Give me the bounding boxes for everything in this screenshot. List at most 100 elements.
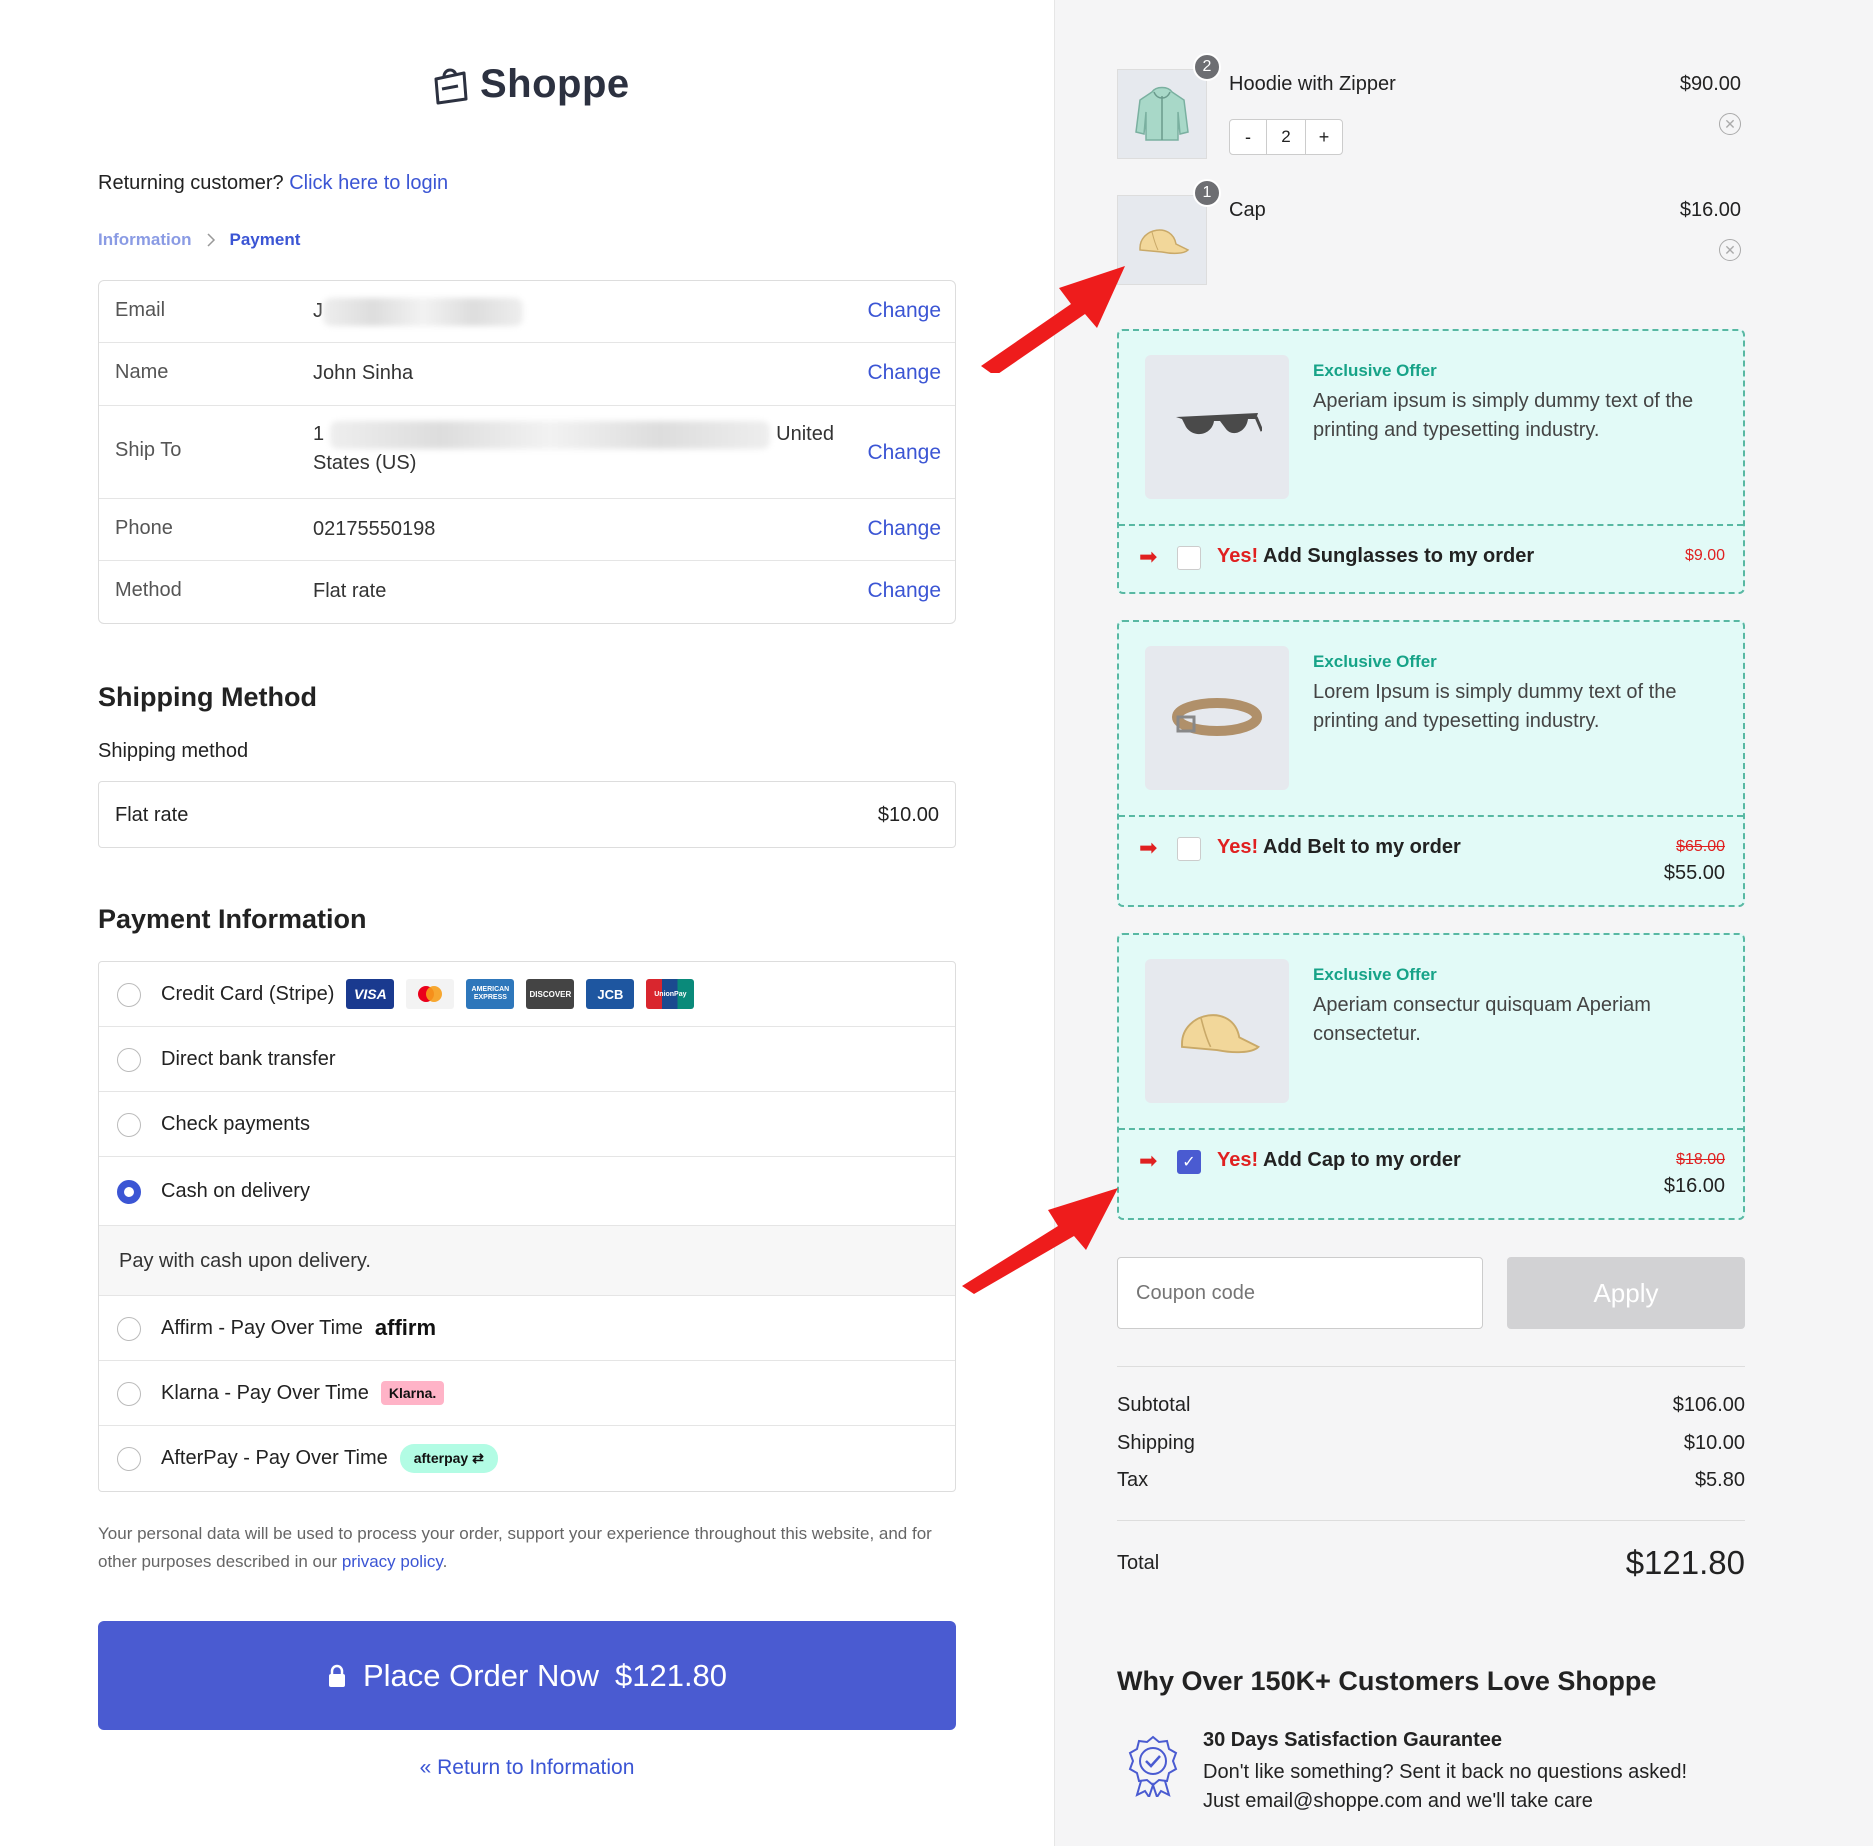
payment-option-credit-card[interactable]: Credit Card (Stripe) VISA AMERICAN EXPRE…: [99, 962, 955, 1027]
cod-description: Pay with cash upon delivery.: [99, 1226, 955, 1296]
payment-heading: Payment Information: [98, 904, 367, 934]
change-name-link[interactable]: Change: [867, 361, 941, 385]
name-value: John Sinha: [313, 362, 414, 384]
breadcrumb: Information Payment: [98, 230, 300, 250]
payment-option-label: Credit Card (Stripe): [161, 982, 335, 1005]
change-method-link[interactable]: Change: [867, 579, 941, 603]
redacted-blur: [323, 297, 523, 326]
lock-icon: [328, 1664, 345, 1687]
increment-button[interactable]: +: [1306, 120, 1342, 154]
belt-icon: [1172, 698, 1262, 736]
arrow-right-icon: ➡: [1139, 835, 1158, 860]
breadcrumb-information[interactable]: Information: [98, 230, 192, 250]
order-info-summary: Email J Change Name John Sinha Change Sh…: [98, 280, 956, 624]
offer-action-label: Yes! Add Sunglasses to my order: [1217, 545, 1535, 567]
jcb-logo-icon: JCB: [586, 979, 635, 1009]
change-address-link[interactable]: Change: [867, 441, 941, 465]
mastercard-logo-icon: [406, 979, 455, 1009]
discover-logo-icon: DISCOVER: [526, 979, 575, 1009]
payment-option-klarna[interactable]: Klarna - Pay Over Time Klarna.: [99, 1361, 955, 1426]
upsell-offer-sunglasses: Exclusive Offer Aperiam ipsum is simply …: [1117, 329, 1745, 594]
info-label: Phone: [115, 517, 173, 539]
upsell-offer-cap: Exclusive Offer Aperiam consectur quisqu…: [1117, 933, 1745, 1220]
offer-action-row[interactable]: ➡ Yes! Add Sunglasses to my order $9.00: [1119, 524, 1743, 592]
login-link[interactable]: Click here to login: [289, 172, 448, 194]
remove-item-icon[interactable]: ✕: [1719, 113, 1741, 135]
return-to-information-link[interactable]: « Return to Information: [0, 1756, 1054, 1780]
remove-item-icon[interactable]: ✕: [1719, 239, 1741, 261]
radio-button[interactable]: [117, 983, 141, 1007]
method-value: Flat rate: [313, 580, 387, 602]
cap-icon: [1139, 229, 1190, 255]
total-label: Total: [1117, 1552, 1160, 1574]
info-row-phone: Phone 02175550198 Change: [99, 499, 955, 561]
offer-action-row[interactable]: ➡ Yes! Add Belt to my order $65.00 $55.0…: [1119, 815, 1743, 905]
checkout-form-panel: Shoppe Returning customer? Click here to…: [0, 0, 1054, 1846]
offer-tag: Exclusive Offer: [1313, 361, 1437, 380]
award-badge-icon: [1128, 1735, 1178, 1797]
offer-tag: Exclusive Offer: [1313, 965, 1437, 984]
brand-name: Shoppe: [480, 62, 630, 106]
payment-option-bank-transfer[interactable]: Direct bank transfer: [99, 1027, 955, 1092]
amex-logo-icon: AMERICAN EXPRESS: [466, 979, 515, 1009]
email-value: J: [313, 297, 523, 326]
sunglasses-icon: [1176, 413, 1262, 435]
radio-button[interactable]: [117, 1447, 141, 1471]
phone-value: 02175550198: [313, 518, 436, 540]
redacted-blur: [330, 420, 771, 449]
place-order-label: Place Order Now: [362, 1657, 599, 1693]
offer-original-price: $18.00: [1676, 1151, 1725, 1168]
breadcrumb-payment: Payment: [229, 230, 301, 249]
why-heading: Why Over 150K+ Customers Love Shoppe: [1117, 1666, 1657, 1696]
offer-action-row[interactable]: ➡ ✓ Yes! Add Cap to my order $18.00 $16.…: [1119, 1128, 1743, 1218]
radio-button-selected[interactable]: [117, 1180, 141, 1204]
sunglasses-image: [1145, 355, 1289, 499]
total-value: $121.80: [1625, 1544, 1745, 1581]
decrement-button[interactable]: -: [1230, 120, 1266, 154]
ship-to-value: 1 United States (US): [313, 420, 853, 478]
quantity-badge: 2: [1193, 53, 1221, 81]
apply-coupon-button[interactable]: Apply: [1507, 1257, 1745, 1329]
offer-action-label: Yes! Add Cap to my order: [1217, 1149, 1461, 1171]
brand-logo[interactable]: Shoppe: [428, 62, 630, 107]
hoodie-icon: [1135, 86, 1189, 141]
change-phone-link[interactable]: Change: [867, 517, 941, 541]
shipping-option[interactable]: Flat rate $10.00: [98, 781, 956, 848]
tax-value: $5.80: [1694, 1469, 1745, 1491]
info-label: Name: [115, 361, 169, 383]
cart-item-name: Cap: [1229, 199, 1266, 221]
change-email-link[interactable]: Change: [867, 299, 941, 323]
shipping-label: Shipping: [1117, 1432, 1195, 1454]
payment-option-affirm[interactable]: Affirm - Pay Over Time affirm: [99, 1296, 955, 1361]
payment-option-cod[interactable]: Cash on delivery: [99, 1157, 955, 1226]
offer-description: Aperiam consectur quisquam Aperiam conse…: [1313, 994, 1651, 1045]
payment-option-check[interactable]: Check payments: [99, 1092, 955, 1157]
cap-icon: [1181, 1014, 1260, 1054]
payment-option-afterpay[interactable]: AfterPay - Pay Over Time afterpay ⇄: [99, 1426, 955, 1491]
privacy-policy-link[interactable]: privacy policy: [342, 1552, 443, 1571]
place-order-button[interactable]: Place Order Now $121.80: [98, 1621, 956, 1730]
annotation-arrow-icon: [981, 266, 1125, 373]
radio-button[interactable]: [117, 1382, 141, 1406]
divider: [1117, 1366, 1745, 1367]
offer-checkbox-checked[interactable]: ✓: [1177, 1150, 1201, 1174]
offer-checkbox[interactable]: [1177, 837, 1201, 861]
guarantee-title: 30 Days Satisfaction Gaurantee: [1203, 1729, 1503, 1751]
shopping-bag-icon: [434, 68, 468, 104]
coupon-input[interactable]: [1117, 1257, 1483, 1329]
chevron-right-icon: [206, 233, 215, 247]
radio-button[interactable]: [117, 1048, 141, 1072]
tax-row: Tax $5.80: [1117, 1469, 1745, 1492]
quantity-value[interactable]: 2: [1266, 120, 1306, 154]
cart-item-name: Hoodie with Zipper: [1229, 73, 1396, 95]
cart-item-price: $90.00: [1679, 73, 1741, 95]
shipping-option-price: $10.00: [877, 804, 939, 826]
hoodie-thumbnail: [1117, 69, 1207, 159]
radio-button[interactable]: [117, 1113, 141, 1137]
payment-option-label: AfterPay - Pay Over Time: [161, 1447, 388, 1469]
info-row-name: Name John Sinha Change: [99, 343, 955, 406]
afterpay-logo-icon: afterpay ⇄: [399, 1444, 498, 1473]
offer-checkbox[interactable]: [1177, 546, 1201, 570]
subtotal-row: Subtotal $106.00: [1117, 1394, 1745, 1417]
radio-button[interactable]: [117, 1317, 141, 1341]
